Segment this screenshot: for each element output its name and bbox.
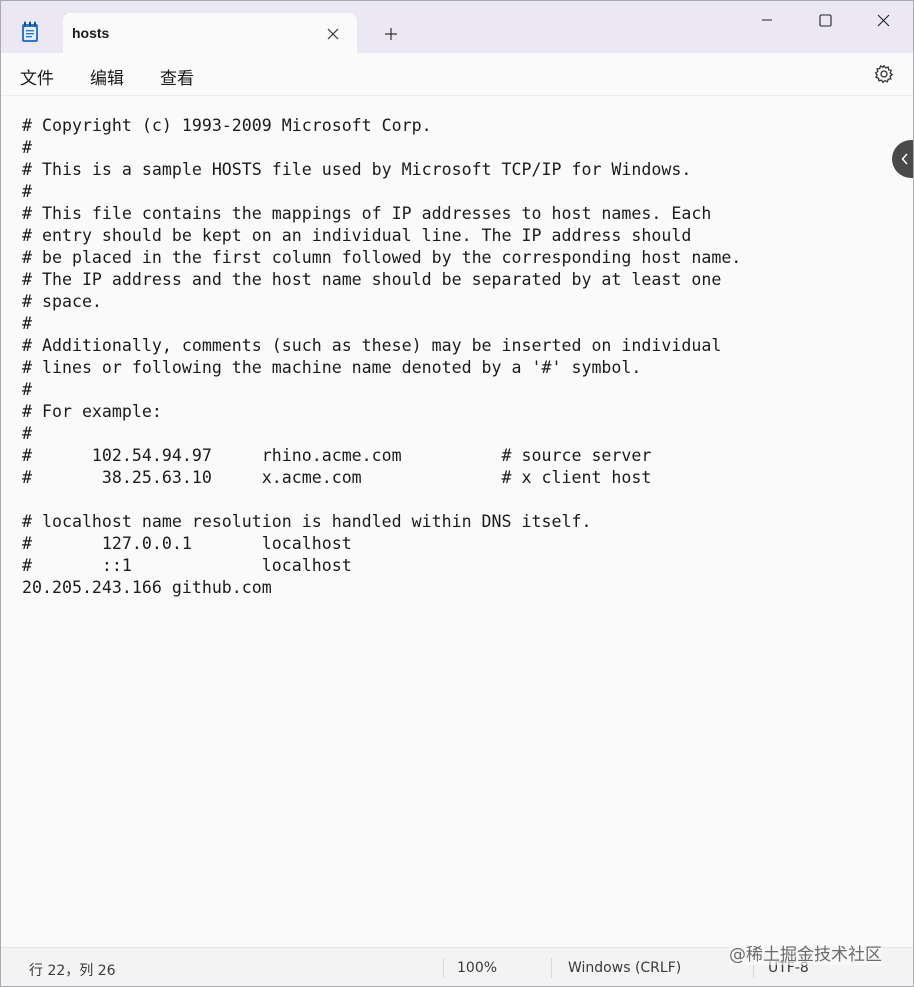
chevron-left-icon	[901, 153, 908, 165]
menu-bar: 文件 编辑 查看	[1, 53, 913, 96]
editor-line[interactable]: # space.	[22, 291, 741, 313]
minimize-button[interactable]	[738, 1, 796, 39]
close-window-button[interactable]	[854, 1, 912, 39]
editor-line[interactable]: # 102.54.94.97 rhino.acme.com # source s…	[22, 445, 741, 467]
cursor-position: 行 22，列 26	[29, 963, 116, 979]
menu-view[interactable]: 查看	[160, 64, 194, 89]
editor-line[interactable]: 20.205.243.166 github.com	[22, 577, 741, 599]
status-divider	[551, 958, 552, 978]
editor-line[interactable]: # 38.25.63.10 x.acme.com # x client host	[22, 467, 741, 489]
text-editor[interactable]: # Copyright (c) 1993-2009 Microsoft Corp…	[1, 96, 913, 946]
settings-button[interactable]	[871, 61, 897, 87]
tab-title: hosts	[72, 25, 110, 41]
editor-line[interactable]: # Copyright (c) 1993-2009 Microsoft Corp…	[22, 115, 741, 137]
notepad-window: hosts 文件 编辑 查看 # Copyright (c) 1993-2009…	[0, 0, 914, 987]
editor-line[interactable]: # The IP address and the host name shoul…	[22, 269, 741, 291]
editor-line[interactable]: # Additionally, comments (such as these)…	[22, 335, 741, 357]
minimize-icon	[762, 19, 772, 21]
close-tab-button[interactable]	[321, 23, 345, 45]
notepad-icon	[21, 21, 39, 43]
tab-hosts[interactable]: hosts	[63, 13, 357, 53]
editor-line[interactable]: # be placed in the first column followed…	[22, 247, 741, 269]
close-icon	[877, 14, 889, 26]
editor-line[interactable]: # This is a sample HOSTS file used by Mi…	[22, 159, 741, 181]
editor-line[interactable]	[22, 489, 741, 511]
zoom-level[interactable]: 100%	[457, 960, 497, 976]
editor-line[interactable]: #	[22, 313, 741, 335]
plus-icon	[385, 28, 397, 40]
menu-edit[interactable]: 编辑	[90, 64, 124, 89]
new-tab-button[interactable]	[377, 22, 405, 46]
gear-icon	[874, 64, 894, 84]
editor-line[interactable]: #	[22, 423, 741, 445]
editor-text[interactable]: # Copyright (c) 1993-2009 Microsoft Corp…	[22, 115, 741, 599]
editor-line[interactable]: # entry should be kept on an individual …	[22, 225, 741, 247]
close-icon	[327, 28, 339, 40]
editor-line[interactable]: # 127.0.0.1 localhost	[22, 533, 741, 555]
editor-line[interactable]: # lines or following the machine name de…	[22, 357, 741, 379]
menu-file[interactable]: 文件	[20, 64, 54, 89]
maximize-button[interactable]	[796, 1, 854, 39]
editor-line[interactable]: #	[22, 379, 741, 401]
editor-line[interactable]: #	[22, 181, 741, 203]
editor-line[interactable]: #	[22, 137, 741, 159]
status-divider	[443, 958, 444, 978]
line-ending[interactable]: Windows (CRLF)	[568, 960, 681, 976]
editor-line[interactable]: # For example:	[22, 401, 741, 423]
title-bar[interactable]: hosts	[1, 1, 913, 53]
editor-line[interactable]: # This file contains the mappings of IP …	[22, 203, 741, 225]
watermark: @稀土掘金技术社区	[729, 940, 882, 965]
editor-line[interactable]: # localhost name resolution is handled w…	[22, 511, 741, 533]
editor-line[interactable]: # ::1 localhost	[22, 555, 741, 577]
maximize-icon	[818, 13, 832, 27]
